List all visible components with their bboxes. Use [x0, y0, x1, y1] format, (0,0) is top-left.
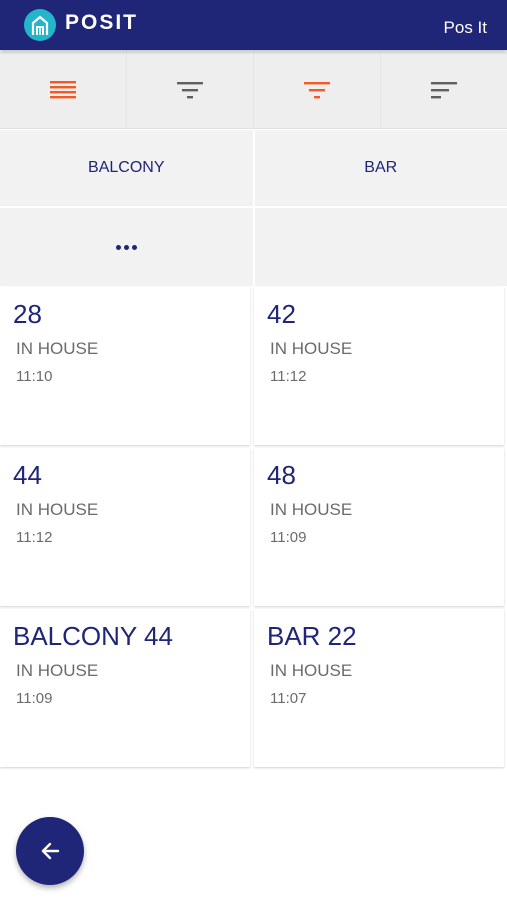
table-time: 11:12	[270, 368, 307, 385]
more-button[interactable]	[0, 208, 255, 286]
filter-active-icon	[304, 82, 330, 99]
back-button[interactable]	[16, 817, 84, 885]
tables-grid: 28 IN HOUSE 11:10 42 IN HOUSE 11:12 44 I…	[0, 287, 507, 767]
table-time: 11:09	[270, 529, 307, 546]
table-name: 42	[267, 299, 296, 329]
filter-icon	[177, 82, 203, 99]
arrow-left-icon	[41, 842, 60, 860]
table-name: 28	[13, 299, 42, 329]
category-balcony[interactable]: BALCONY	[0, 130, 255, 206]
category-tabs: BALCONY BAR	[0, 130, 507, 206]
table-name: BALCONY 44	[13, 621, 173, 651]
more-dots-icon	[115, 244, 137, 250]
table-status: IN HOUSE	[16, 661, 99, 680]
category-bar[interactable]: BAR	[255, 130, 507, 206]
table-status: IN HOUSE	[16, 500, 99, 519]
table-card[interactable]: 48 IN HOUSE 11:09	[254, 448, 504, 606]
table-time: 11:12	[16, 529, 53, 546]
sort-button[interactable]	[381, 52, 507, 128]
brand-name: POSIT	[65, 11, 139, 34]
table-time: 11:10	[16, 368, 53, 385]
pos-it-link[interactable]: Pos It	[444, 18, 487, 38]
empty-cell	[255, 208, 507, 286]
table-card[interactable]: 44 IN HOUSE 11:12	[0, 448, 250, 606]
table-card[interactable]: 28 IN HOUSE 11:10	[0, 287, 250, 445]
table-status: IN HOUSE	[270, 661, 353, 680]
table-card[interactable]: 42 IN HOUSE 11:12	[254, 287, 504, 445]
toolbar	[0, 52, 507, 129]
sort-icon	[431, 82, 457, 99]
table-name: 44	[13, 460, 42, 490]
table-status: IN HOUSE	[16, 339, 99, 358]
table-name: 48	[267, 460, 296, 490]
table-time: 11:07	[270, 690, 307, 707]
filter-active-button[interactable]	[254, 52, 381, 128]
table-name: BAR 22	[267, 621, 357, 651]
table-status: IN HOUSE	[270, 339, 353, 358]
list-view-button[interactable]	[0, 52, 127, 128]
more-row	[0, 208, 507, 286]
list-view-icon	[50, 81, 76, 99]
house-logo-icon	[24, 9, 56, 41]
table-status: IN HOUSE	[270, 500, 353, 519]
table-time: 11:09	[16, 690, 53, 707]
table-card[interactable]: BALCONY 44 IN HOUSE 11:09	[0, 609, 250, 767]
app-header: POSIT Pos It	[0, 0, 507, 50]
filter-button[interactable]	[127, 52, 254, 128]
table-card[interactable]: BAR 22 IN HOUSE 11:07	[254, 609, 504, 767]
